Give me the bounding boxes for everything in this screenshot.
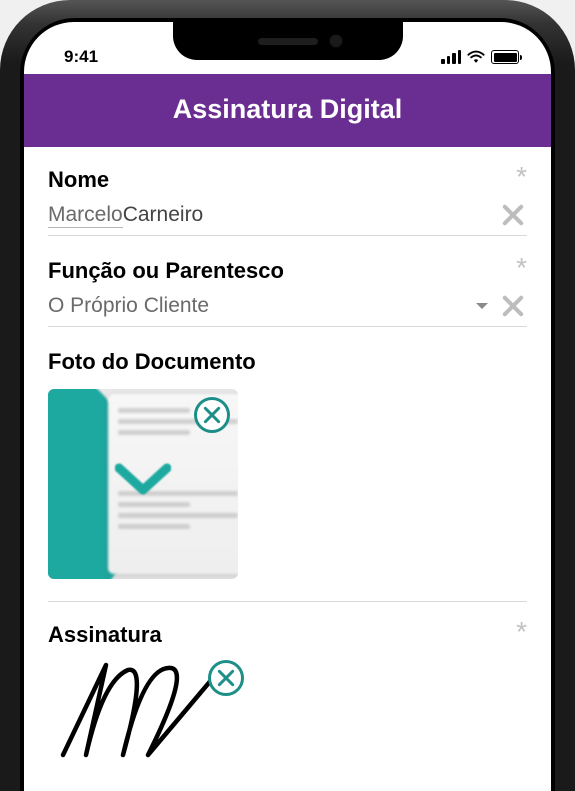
- required-star-icon: *: [516, 167, 527, 187]
- name-input[interactable]: Marcelo Carneiro: [48, 202, 489, 228]
- field-document: Foto do Documento: [48, 349, 527, 579]
- status-right: [441, 50, 519, 64]
- remove-document-button[interactable]: [194, 397, 230, 433]
- clear-role-button[interactable]: [499, 292, 527, 320]
- phone-inner: 9:41 Assinatura Digital: [20, 18, 555, 791]
- signature-canvas[interactable]: [48, 660, 268, 760]
- battery-icon: [491, 50, 519, 64]
- status-time: 9:41: [64, 47, 98, 67]
- close-icon: [202, 405, 222, 425]
- close-icon: [499, 201, 527, 229]
- field-name: Nome * Marcelo Carneiro: [48, 167, 527, 236]
- clear-name-button[interactable]: [499, 201, 527, 229]
- page-title: Assinatura Digital: [24, 74, 551, 147]
- chevron-icon: [115, 462, 171, 498]
- field-signature: Assinatura *: [48, 622, 527, 760]
- close-icon: [499, 292, 527, 320]
- remove-signature-button[interactable]: [208, 660, 244, 696]
- notch: [173, 22, 403, 60]
- name-value-first: Marcelo: [48, 202, 123, 228]
- required-star-icon: *: [516, 258, 527, 278]
- name-value-last: Carneiro: [123, 202, 204, 228]
- divider: [48, 601, 527, 602]
- form-content: Nome * Marcelo Carneiro: [24, 147, 551, 791]
- wifi-icon: [467, 50, 485, 64]
- signature-label: Assinatura: [48, 622, 162, 648]
- document-label: Foto do Documento: [48, 349, 256, 375]
- name-label: Nome: [48, 167, 109, 193]
- front-camera: [329, 34, 343, 48]
- document-thumbnail[interactable]: [48, 389, 238, 579]
- screen: 9:41 Assinatura Digital: [24, 22, 551, 791]
- role-label: Função ou Parentesco: [48, 258, 284, 284]
- field-role: Função ou Parentesco * O Próprio Cliente: [48, 258, 527, 327]
- phone-frame: 9:41 Assinatura Digital: [0, 0, 575, 791]
- speaker: [258, 38, 318, 45]
- chevron-down-icon[interactable]: [475, 298, 489, 314]
- cellular-signal-icon: [441, 50, 461, 64]
- required-star-icon: *: [516, 622, 527, 642]
- close-icon: [216, 668, 236, 688]
- role-select[interactable]: O Próprio Cliente: [48, 294, 465, 318]
